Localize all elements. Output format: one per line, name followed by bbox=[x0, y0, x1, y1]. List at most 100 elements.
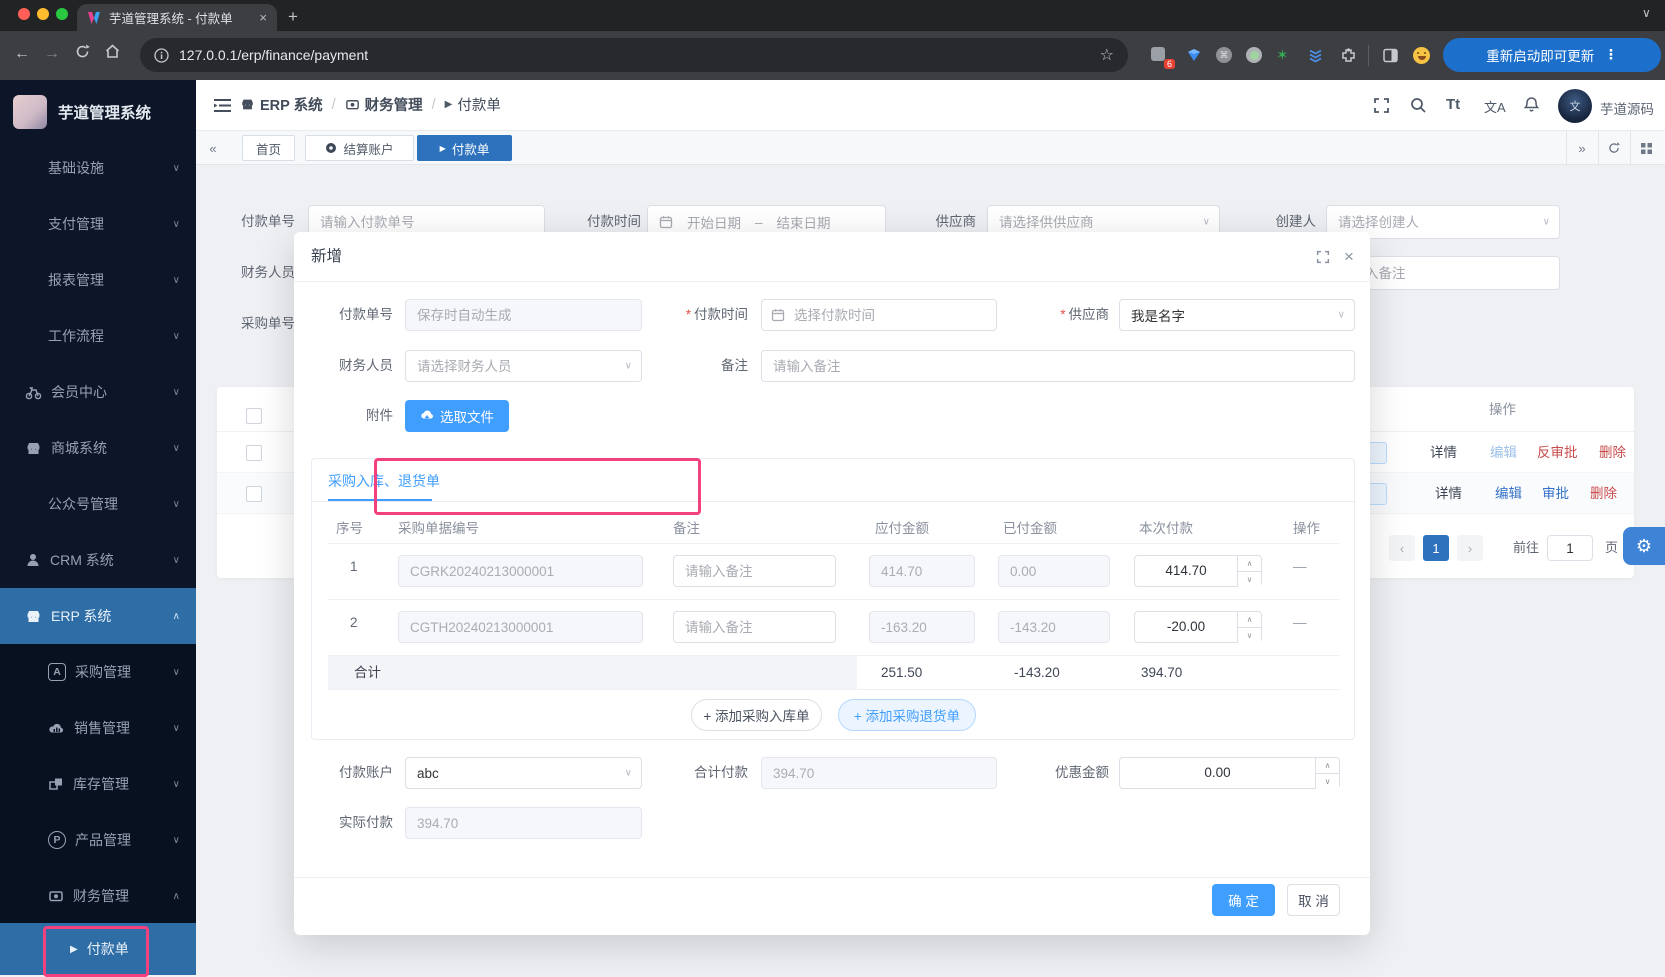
spinner-up-icon[interactable]: ∧ bbox=[1316, 758, 1339, 774]
add-inbound-order-button[interactable]: + 添加采购入库单 bbox=[691, 699, 822, 731]
approve-link[interactable]: 审批 bbox=[1542, 473, 1569, 514]
finance-staff-input[interactable] bbox=[405, 350, 642, 382]
profile-avatar-icon[interactable] bbox=[1413, 47, 1431, 65]
url-bar[interactable]: 127.0.0.1/erp/finance/payment ☆ bbox=[140, 38, 1128, 72]
settings-drawer-button[interactable]: ⚙ bbox=[1623, 527, 1665, 565]
traffic-light-zoom[interactable] bbox=[56, 8, 68, 20]
reload-icon[interactable] bbox=[74, 43, 91, 60]
current-payment-stepper[interactable]: 414.70 ∧∨ bbox=[1134, 555, 1262, 587]
upload-file-button[interactable]: 选取文件 bbox=[405, 400, 509, 432]
tab-purchase-docs[interactable]: 采购入库、退货单 bbox=[328, 471, 440, 491]
browser-tab[interactable]: 芋道管理系统 - 付款单 × bbox=[77, 4, 277, 31]
sidebar-item-member-center[interactable]: 会员中心∨ bbox=[0, 364, 196, 420]
spinner-down-icon[interactable]: ∨ bbox=[1238, 572, 1261, 587]
extension-icon-1[interactable]: 6 bbox=[1151, 47, 1169, 65]
discount-stepper[interactable]: 0.00 ∧∨ bbox=[1119, 757, 1340, 789]
sidepanel-icon[interactable] bbox=[1382, 47, 1400, 65]
font-size-icon[interactable]: Tt bbox=[1446, 96, 1460, 113]
sidebar-item-workflow[interactable]: 工作流程∨ bbox=[0, 308, 196, 364]
spinner-up-icon[interactable]: ∧ bbox=[1238, 612, 1261, 628]
dialog-fullscreen-icon[interactable] bbox=[1316, 250, 1330, 264]
current-payment-value[interactable]: 414.70 bbox=[1135, 556, 1237, 586]
detail-link[interactable]: 详情 bbox=[1430, 432, 1457, 473]
new-tab-button[interactable]: + bbox=[288, 7, 298, 27]
site-info-icon[interactable] bbox=[154, 48, 169, 63]
tag-home[interactable]: 首页 bbox=[242, 135, 295, 161]
cancel-button[interactable]: 取 消 bbox=[1287, 884, 1340, 916]
extension-icon-3[interactable]: ⌘ bbox=[1216, 47, 1234, 65]
extension-icon-4[interactable] bbox=[1246, 47, 1264, 65]
sidebar-item-finance-mgmt[interactable]: 财务管理∧ bbox=[0, 868, 196, 924]
detail-link[interactable]: 详情 bbox=[1435, 473, 1462, 514]
bell-icon[interactable] bbox=[1523, 96, 1540, 113]
confirm-button[interactable]: 确 定 bbox=[1212, 884, 1275, 916]
dialog-close-icon[interactable]: × bbox=[1344, 247, 1354, 267]
discount-value[interactable]: 0.00 bbox=[1120, 758, 1315, 788]
tags-refresh-icon[interactable] bbox=[1598, 131, 1629, 165]
row-checkbox[interactable] bbox=[246, 445, 262, 461]
tag-settlement-account[interactable]: 结算账户 bbox=[305, 135, 414, 161]
spinner-up-icon[interactable]: ∧ bbox=[1238, 556, 1261, 572]
page-next-button[interactable]: › bbox=[1457, 535, 1483, 561]
payment-time-field[interactable] bbox=[761, 299, 997, 331]
row-remark-input[interactable] bbox=[673, 611, 836, 643]
spinner-down-icon[interactable]: ∨ bbox=[1238, 628, 1261, 643]
sidebar-item-infrastructure[interactable]: 基础设施∨ bbox=[0, 140, 196, 196]
supplier-input[interactable] bbox=[1119, 299, 1355, 331]
username[interactable]: 芋道源码 bbox=[1600, 98, 1654, 118]
remark-input[interactable] bbox=[761, 350, 1355, 382]
delete-link[interactable]: 删除 bbox=[1599, 432, 1626, 473]
browser-update-button[interactable]: 重新启动即可更新 ⋮ bbox=[1443, 38, 1661, 72]
row-checkbox[interactable] bbox=[246, 486, 262, 502]
row-remark-input[interactable] bbox=[673, 555, 836, 587]
tab-close-icon[interactable]: × bbox=[259, 10, 267, 25]
search-icon[interactable] bbox=[1410, 97, 1427, 114]
edit-link[interactable]: 编辑 bbox=[1490, 432, 1517, 473]
finance-staff-select[interactable]: ∨ bbox=[405, 350, 642, 382]
menu-fold-icon[interactable] bbox=[213, 96, 232, 115]
tab-search-icon[interactable]: ∨ bbox=[1642, 6, 1651, 20]
sidebar-item-official-account[interactable]: 公众号管理∨ bbox=[0, 476, 196, 532]
extension-icon-5[interactable]: ✶ bbox=[1276, 47, 1294, 65]
traffic-light-minimize[interactable] bbox=[37, 8, 49, 20]
sidebar-item-report-mgmt[interactable]: 报表管理∨ bbox=[0, 252, 196, 308]
sidebar-item-product-mgmt[interactable]: P 产品管理∨ bbox=[0, 812, 196, 868]
remark-field[interactable] bbox=[761, 350, 1355, 382]
sidebar-item-mall-system[interactable]: 商城系统∨ bbox=[0, 420, 196, 476]
fullscreen-icon[interactable] bbox=[1373, 97, 1390, 114]
bookmark-star-icon[interactable]: ☆ bbox=[1100, 45, 1114, 65]
current-payment-stepper[interactable]: -20.00 ∧∨ bbox=[1134, 611, 1262, 643]
delete-link[interactable]: 删除 bbox=[1590, 473, 1617, 514]
layout-grid-icon[interactable] bbox=[1630, 131, 1661, 165]
sidebar-item-purchase-mgmt[interactable]: A 采购管理∨ bbox=[0, 644, 196, 700]
translate-icon[interactable]: 文A bbox=[1484, 97, 1506, 116]
current-payment-value[interactable]: -20.00 bbox=[1135, 612, 1237, 642]
tags-expand-icon[interactable]: » bbox=[1566, 131, 1597, 165]
extensions-puzzle-icon[interactable] bbox=[1340, 47, 1358, 65]
add-return-order-button[interactable]: + 添加采购退货单 bbox=[838, 699, 976, 731]
extension-icon-2[interactable] bbox=[1186, 47, 1204, 65]
goto-page-input[interactable] bbox=[1547, 535, 1593, 561]
tags-collapse-icon[interactable]: « bbox=[198, 131, 228, 165]
account-input[interactable] bbox=[405, 757, 642, 789]
breadcrumb-erp[interactable]: ERP 系统 bbox=[260, 94, 323, 115]
unapprove-link[interactable]: 反审批 bbox=[1537, 432, 1578, 473]
sidebar-item-inventory-mgmt[interactable]: 库存管理∨ bbox=[0, 756, 196, 812]
tag-payment-order[interactable]: ▶ 付款单 bbox=[417, 135, 512, 161]
traffic-light-close[interactable] bbox=[18, 8, 30, 20]
breadcrumb-finance[interactable]: 财务管理 bbox=[365, 94, 423, 115]
page-number-button[interactable]: 1 bbox=[1423, 535, 1449, 561]
supplier-select[interactable]: ∨ bbox=[1119, 299, 1355, 331]
extension-icon-6[interactable] bbox=[1307, 47, 1325, 65]
sidebar-item-payment-mgmt[interactable]: 支付管理∨ bbox=[0, 196, 196, 252]
sidebar-item-crm-system[interactable]: CRM 系统∨ bbox=[0, 532, 196, 588]
select-all-checkbox[interactable] bbox=[246, 408, 262, 424]
sidebar-item-sales-mgmt[interactable]: 销售管理∨ bbox=[0, 700, 196, 756]
account-select[interactable]: ∨ bbox=[405, 757, 642, 789]
spinner-down-icon[interactable]: ∨ bbox=[1316, 774, 1339, 789]
page-prev-button[interactable]: ‹ bbox=[1389, 535, 1415, 561]
back-icon[interactable]: ← bbox=[14, 45, 30, 63]
edit-link[interactable]: 编辑 bbox=[1495, 473, 1522, 514]
sidebar-item-erp-system[interactable]: ERP 系统∧ bbox=[0, 588, 196, 644]
home-icon[interactable] bbox=[104, 43, 121, 60]
